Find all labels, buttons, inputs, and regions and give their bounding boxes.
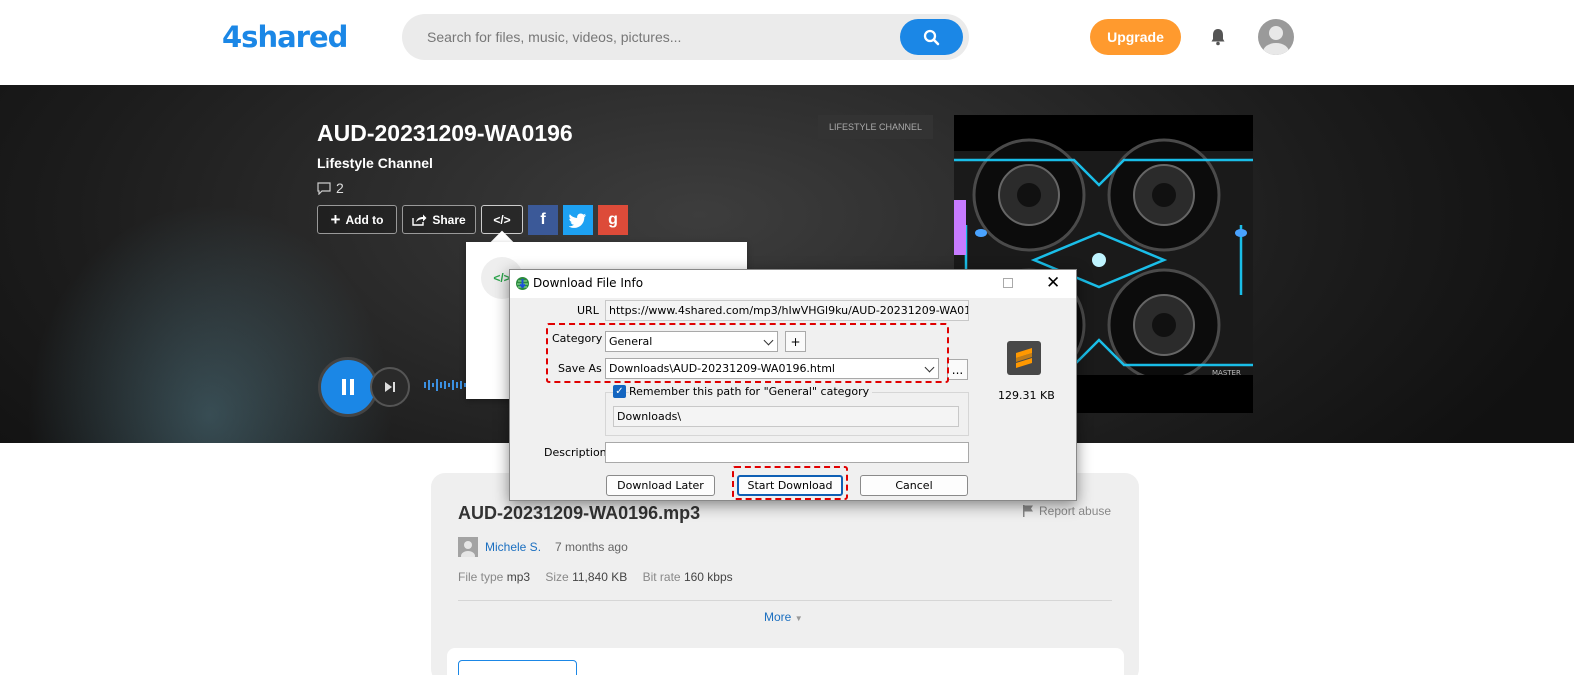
user-icon (1263, 26, 1289, 55)
comment-count-value: 2 (336, 180, 344, 196)
search-input[interactable] (427, 14, 897, 60)
save-as-select[interactable]: Downloads\AUD-20231209-WA0196.html (605, 358, 939, 379)
upgrade-button[interactable]: Upgrade (1090, 19, 1181, 55)
user-avatar[interactable] (1258, 19, 1294, 55)
svg-text:MASTER: MASTER (1212, 369, 1241, 377)
card-divider (458, 600, 1112, 601)
site-logo[interactable]: 4shared (222, 20, 348, 54)
category-select[interactable]: General (605, 331, 778, 352)
embed-icon: </> (493, 212, 511, 227)
share-icon (412, 214, 427, 226)
category-label: Category (552, 332, 603, 345)
flag-icon (1023, 505, 1033, 517)
url-field[interactable]: https://www.4shared.com/mp3/hIwVHGl9ku/A… (605, 300, 969, 321)
download-button-partial[interactable] (458, 660, 577, 675)
user-icon (461, 541, 475, 561)
browse-button[interactable]: ... (947, 359, 968, 380)
report-abuse-label: Report abuse (1039, 504, 1112, 518)
twitter-icon (569, 213, 586, 228)
remember-path-label[interactable]: Remember this path for "General" categor… (629, 385, 873, 398)
facebook-share-button[interactable]: f (528, 205, 558, 235)
add-category-button[interactable]: + (785, 331, 806, 352)
uploader-name[interactable]: Michele S. (485, 540, 541, 554)
bitrate-value: 160 kbps (683, 570, 733, 584)
google-icon: g (608, 211, 618, 228)
save-as-value: Downloads\AUD-20231209-WA0196.html (609, 362, 835, 375)
url-label: URL (577, 304, 599, 317)
add-to-button[interactable]: + Add to (317, 205, 397, 234)
search-bar (402, 14, 969, 60)
search-button[interactable] (900, 19, 963, 55)
file-type-label: File type (458, 570, 504, 584)
download-later-button[interactable]: Download Later (606, 475, 715, 496)
channel-name[interactable]: Lifestyle Channel (317, 155, 433, 171)
upload-age: 7 months ago (555, 540, 628, 554)
facebook-icon: f (540, 211, 546, 228)
idm-app-icon (516, 277, 529, 290)
chevron-down-icon (763, 335, 774, 346)
twitter-share-button[interactable] (563, 205, 593, 235)
track-title: AUD-20231209-WA0196 (317, 120, 573, 146)
embed-button[interactable]: </> (481, 205, 523, 234)
chevron-down-icon (924, 362, 935, 373)
google-share-button[interactable]: g (598, 205, 628, 235)
share-button[interactable]: Share (402, 205, 476, 234)
caret-down-icon: ▼ (794, 614, 803, 623)
report-abuse-link[interactable]: Report abuse (1023, 504, 1111, 518)
size-value: 11,840 KB (572, 570, 628, 584)
bell-icon[interactable] (1208, 27, 1228, 52)
waveform (424, 379, 466, 391)
bitrate-label: Bit rate (642, 570, 681, 584)
file-name: AUD-20231209-WA0196.mp3 (458, 503, 701, 523)
file-type-value: mp3 (506, 570, 531, 584)
more-label: More (764, 610, 792, 624)
category-value: General (609, 335, 653, 348)
share-label: Share (432, 212, 466, 227)
pause-icon (342, 379, 354, 395)
plus-icon: + (330, 209, 341, 229)
description-label: Description (544, 446, 607, 459)
start-download-button[interactable]: Start Download (737, 475, 843, 496)
remember-path-checkbox[interactable]: ✓ (613, 385, 626, 398)
dialog-title: Download File Info (533, 276, 644, 290)
close-icon[interactable]: ✕ (1046, 273, 1060, 293)
pause-button[interactable] (318, 357, 378, 417)
uploader: Michele S. 7 months ago (458, 537, 628, 561)
dialog-titlebar[interactable]: Download File Info ✕ (510, 270, 1076, 298)
uploader-avatar[interactable] (458, 537, 478, 561)
maximize-icon (1003, 278, 1013, 288)
save-as-label: Save As (558, 362, 602, 375)
description-input[interactable] (605, 442, 969, 463)
next-track-button[interactable] (370, 367, 410, 407)
cancel-button[interactable]: Cancel (860, 475, 968, 496)
file-meta: File type mp3 Size 11,840 KB Bit rate 16… (458, 570, 745, 584)
site-header: 4shared Upgrade (0, 0, 1574, 85)
more-toggle[interactable]: More ▼ (764, 610, 803, 624)
skip-forward-icon (385, 382, 395, 392)
add-to-label: Add to (345, 212, 384, 227)
download-file-info-dialog: Download File Info ✕ URL https://www.4sh… (509, 269, 1077, 501)
channel-tag[interactable]: LIFESTYLE CHANNEL (818, 115, 934, 139)
search-icon (923, 29, 940, 45)
comment-count[interactable]: 2 (317, 180, 344, 196)
path-field[interactable]: Downloads\ (613, 406, 959, 427)
comment-icon (317, 181, 331, 195)
sublime-file-icon (1007, 341, 1041, 375)
file-size: 129.31 KB (998, 389, 1055, 402)
size-label: Size (545, 570, 569, 584)
